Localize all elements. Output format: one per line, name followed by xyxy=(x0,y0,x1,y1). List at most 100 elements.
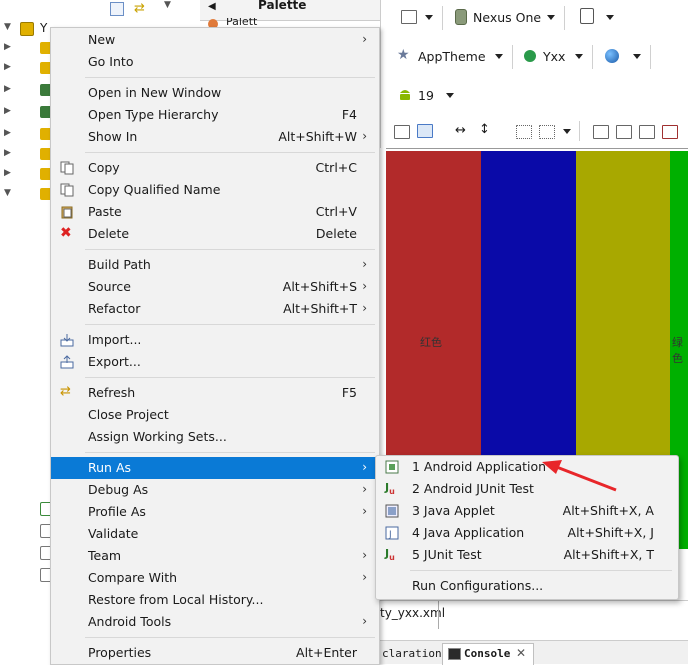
menu-item-properties[interactable]: Properties Alt+Enter xyxy=(51,642,379,664)
locale-dropdown-arrow-icon[interactable] xyxy=(633,54,641,59)
baseline-icon[interactable] xyxy=(639,125,655,139)
menu-item-export[interactable]: Export... xyxy=(51,351,379,373)
menu-item-delete[interactable]: ✖ Delete Delete xyxy=(51,223,379,245)
activity-selector[interactable]: Yxx xyxy=(543,49,565,64)
layout-vertical-icon[interactable] xyxy=(417,124,433,138)
delete-x-icon: ✖ xyxy=(60,225,72,241)
console-tab-label: Console xyxy=(464,647,511,660)
device-selector[interactable]: Nexus One xyxy=(473,10,541,25)
run-as-android-junit-test[interactable]: Ju 2 Android JUnit Test xyxy=(376,478,678,500)
menu-item-profile-as[interactable]: Profile As › xyxy=(51,501,379,523)
run-as-java-applet[interactable]: 3 Java Applet Alt+Shift+X, A xyxy=(376,500,678,522)
tree-row-project[interactable]: ▼ Y xyxy=(0,20,50,38)
menu-item-label: Debug As xyxy=(88,482,149,497)
submenu-item-shortcut: Alt+Shift+X, T xyxy=(563,547,654,562)
config-icon[interactable] xyxy=(401,10,417,24)
run-as-junit-test[interactable]: Ju 5 JUnit Test Alt+Shift+X, T xyxy=(376,544,678,566)
locale-globe-icon[interactable] xyxy=(605,49,619,63)
run-as-java-application[interactable]: J 4 Java Application Alt+Shift+X, J xyxy=(376,522,678,544)
expand-arrow-icon[interactable]: ▶ xyxy=(4,168,11,178)
expand-arrow-icon[interactable]: ▶ xyxy=(4,84,11,94)
menu-item-compare-with[interactable]: Compare With › xyxy=(51,567,379,589)
api-dropdown-arrow-icon[interactable] xyxy=(446,93,454,98)
theme-star-icon: ★ xyxy=(397,47,410,63)
orientation-dropdown-arrow-icon[interactable] xyxy=(606,15,614,20)
menu-item-close-project[interactable]: Close Project xyxy=(51,404,379,426)
clear-weights-icon[interactable] xyxy=(662,125,678,139)
theme-dropdown-arrow-icon[interactable] xyxy=(495,54,503,59)
collapse-arrow-icon[interactable]: ▼ xyxy=(4,22,11,32)
menu-item-android-tools[interactable]: Android Tools › xyxy=(51,611,379,633)
distribute-icon[interactable] xyxy=(616,125,632,139)
menu-item-label: Run As xyxy=(88,460,132,475)
api-level-selector[interactable]: 19 xyxy=(418,88,434,103)
config-dropdown-arrow-icon[interactable] xyxy=(425,15,433,20)
weight-icon[interactable] xyxy=(593,125,609,139)
menu-separator xyxy=(85,152,375,153)
margins-icon[interactable] xyxy=(516,125,532,139)
close-icon[interactable]: ✕ xyxy=(516,646,526,660)
menu-item-source[interactable]: Source Alt+Shift+S › xyxy=(51,276,379,298)
expand-arrow-icon[interactable]: ▶ xyxy=(4,128,11,138)
menu-item-validate[interactable]: Validate xyxy=(51,523,379,545)
project-context-menu: New › Go Into Open in New Window Open Typ… xyxy=(50,27,380,665)
menu-item-new[interactable]: New › xyxy=(51,29,379,51)
run-as-android-application[interactable]: 1 Android Application xyxy=(376,456,678,478)
expand-arrow-icon[interactable]: ▶ xyxy=(4,106,11,116)
expand-arrow-icon[interactable]: ▶ xyxy=(4,42,11,52)
menu-item-copy[interactable]: Copy Ctrl+C xyxy=(51,157,379,179)
menu-item-paste[interactable]: Paste Ctrl+V xyxy=(51,201,379,223)
menu-item-copy-qualified-name[interactable]: Copy Qualified Name xyxy=(51,179,379,201)
menu-item-open-type-hierarchy[interactable]: Open Type Hierarchy F4 xyxy=(51,104,379,126)
activity-dropdown-arrow-icon[interactable] xyxy=(575,54,583,59)
menu-item-open-in-new-window[interactable]: Open in New Window xyxy=(51,82,379,104)
project-label: Y xyxy=(40,21,48,35)
link-with-editor-icon[interactable]: ⇄ xyxy=(134,1,145,16)
menu-item-show-in[interactable]: Show In Alt+Shift+W › xyxy=(51,126,379,148)
android-junit-icon: Ju xyxy=(385,481,395,497)
gravity-icon[interactable] xyxy=(539,125,555,139)
menu-item-assign-working-sets[interactable]: Assign Working Sets... xyxy=(51,426,379,448)
collapse-arrow-icon[interactable]: ▼ xyxy=(4,188,11,198)
view-menu-icon[interactable]: ▼ xyxy=(164,0,171,10)
rotate-screen-icon[interactable] xyxy=(580,8,594,24)
menu-item-debug-as[interactable]: Debug As › xyxy=(51,479,379,501)
menu-item-refactor[interactable]: Refactor Alt+Shift+T › xyxy=(51,298,379,320)
collapse-all-icon[interactable] xyxy=(110,2,124,16)
menu-item-shortcut: F4 xyxy=(341,107,357,122)
menu-item-label: Import... xyxy=(88,332,142,347)
run-configurations[interactable]: Run Configurations... xyxy=(376,575,678,597)
fill-height-icon[interactable]: ↕ xyxy=(479,122,490,137)
theme-selector[interactable]: AppTheme xyxy=(418,49,486,64)
menu-item-label: Close Project xyxy=(88,407,169,422)
menu-item-team[interactable]: Team › xyxy=(51,545,379,567)
device-dropdown-arrow-icon[interactable] xyxy=(547,15,555,20)
submenu-item-label: Run Configurations... xyxy=(412,578,544,593)
menu-item-restore-from-local-history[interactable]: Restore from Local History... xyxy=(51,589,379,611)
editor-file-tab[interactable]: ty_yxx.xml xyxy=(380,606,445,620)
menu-item-go-into[interactable]: Go Into xyxy=(51,51,379,73)
expand-arrow-icon[interactable]: ▶ xyxy=(4,148,11,158)
submenu-arrow-icon: › xyxy=(362,482,367,496)
menu-item-label: Refresh xyxy=(88,385,136,400)
submenu-separator xyxy=(410,570,672,571)
editor-file-tab-strip: ty_yxx.xml xyxy=(380,600,688,629)
menu-item-shortcut: Ctrl+V xyxy=(315,204,357,219)
expand-arrow-icon[interactable]: ▶ xyxy=(4,62,11,72)
menu-separator xyxy=(85,377,375,378)
gravity-dropdown-arrow-icon[interactable] xyxy=(563,129,571,134)
palette-back-arrow-icon[interactable]: ◀ xyxy=(208,1,216,12)
console-tab[interactable]: Console ✕ xyxy=(442,643,534,665)
submenu-arrow-icon: › xyxy=(362,614,367,628)
menu-item-build-path[interactable]: Build Path › xyxy=(51,254,379,276)
submenu-item-label: 5 JUnit Test xyxy=(412,547,482,562)
palette-title: Palette xyxy=(258,0,307,12)
fill-width-icon[interactable]: ↔ xyxy=(455,123,466,138)
menu-item-import[interactable]: Import... xyxy=(51,329,379,351)
menu-item-run-as[interactable]: Run As › xyxy=(51,457,379,479)
declaration-tab[interactable]: claration xyxy=(382,647,442,660)
submenu-arrow-icon: › xyxy=(362,279,367,293)
menu-item-label: Source xyxy=(88,279,131,294)
menu-item-refresh[interactable]: ⇄ Refresh F5 xyxy=(51,382,379,404)
layout-horizontal-icon[interactable] xyxy=(394,125,410,139)
